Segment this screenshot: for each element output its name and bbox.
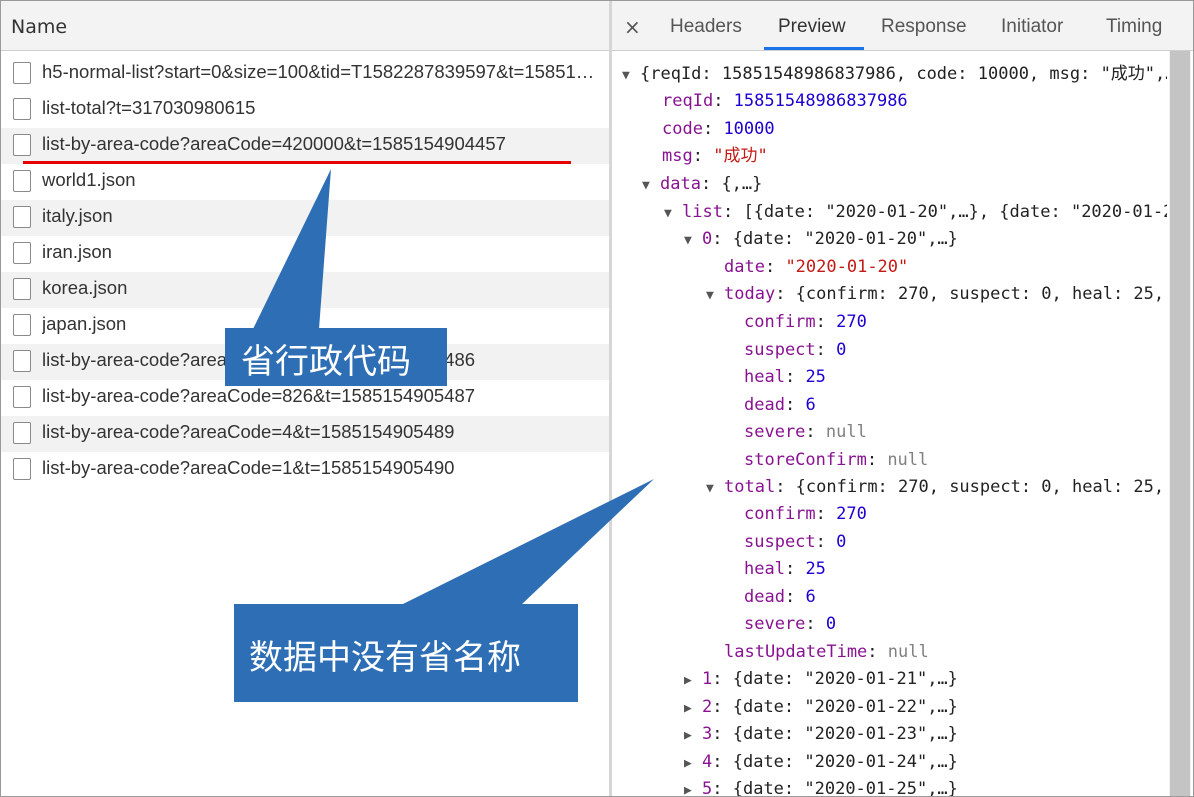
callout-province-code-text: 省行政代码: [241, 342, 411, 382]
callout-no-province-name-text: 数据中没有省名称: [249, 638, 521, 678]
callout-no-province-name-pointer: [401, 479, 654, 605]
callout-shapes: [225, 169, 654, 702]
callout-province-code-pointer: [253, 169, 331, 329]
devtools-window: Name h5-normal-list?start=0&size=100&tid…: [0, 0, 1194, 797]
